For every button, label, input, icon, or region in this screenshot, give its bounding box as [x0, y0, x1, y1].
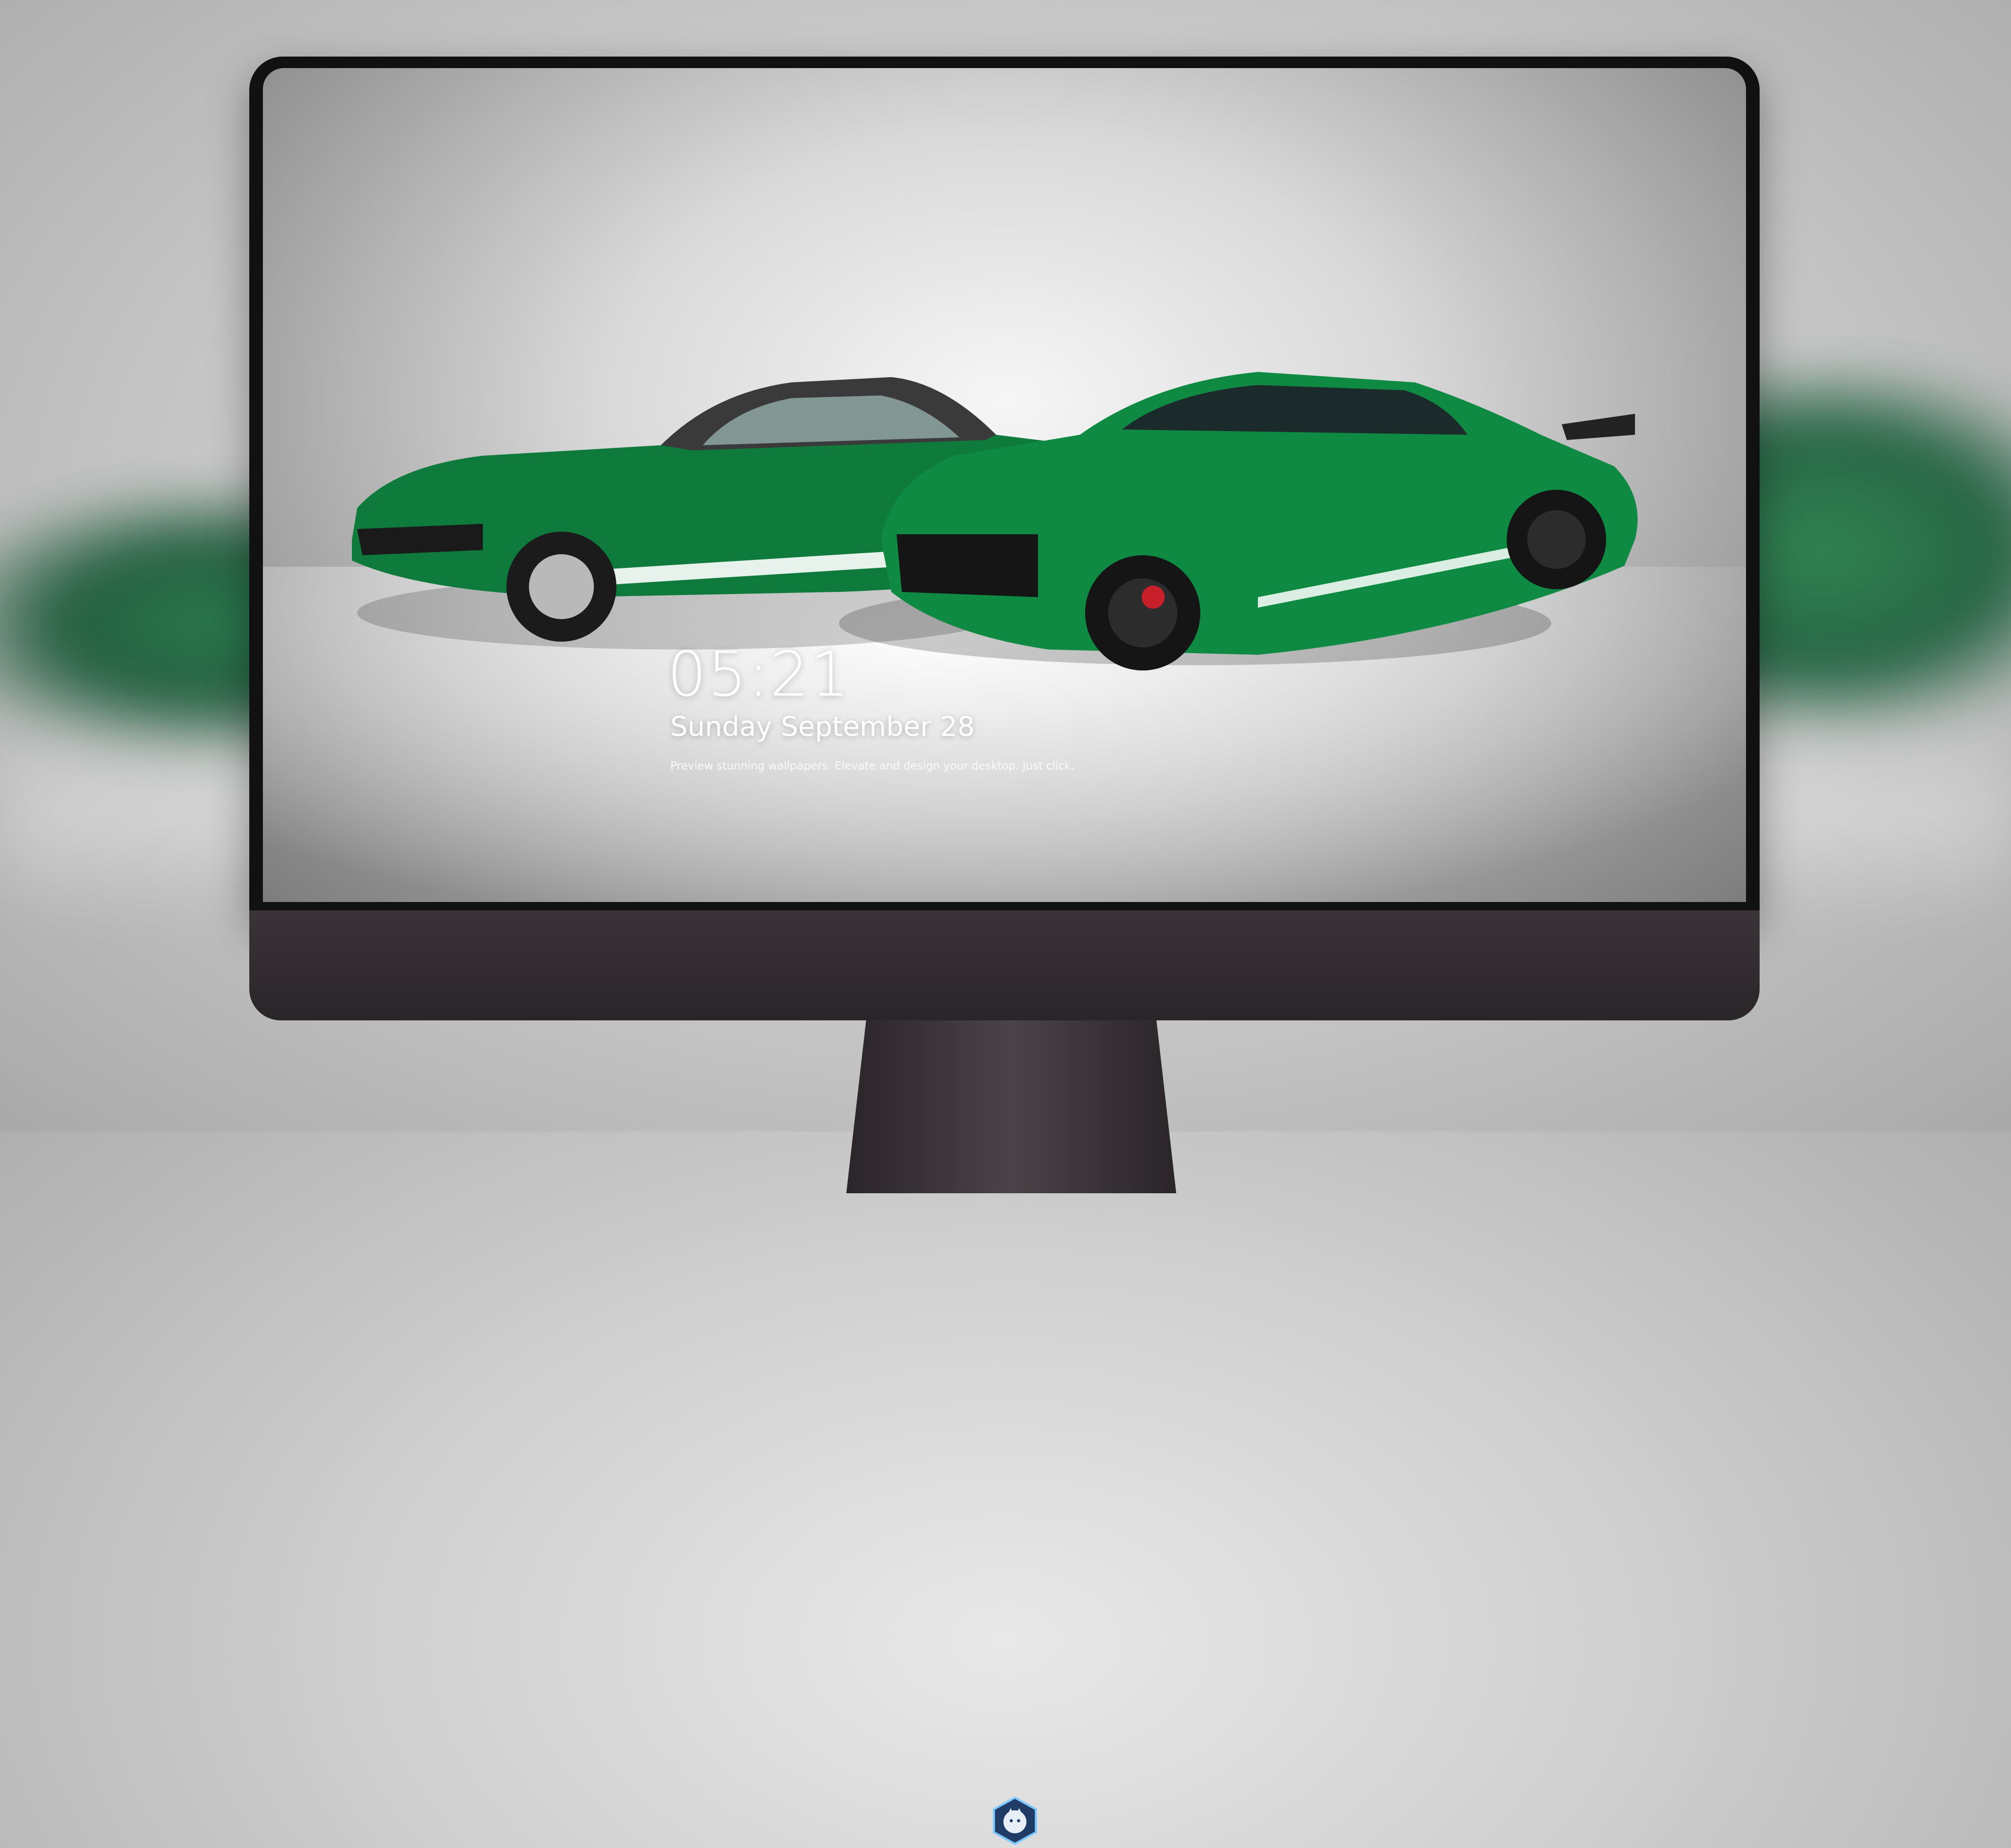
monitor: 05:21 Sunday September 28 Preview stunni… [249, 57, 1760, 1845]
monitor-stand [846, 1020, 1176, 1193]
monitor-bezel: 05:21 Sunday September 28 Preview stunni… [249, 57, 1760, 916]
lockscreen-subtitle: Preview stunning wallpapers. Elevate and… [670, 760, 1075, 772]
lockscreen-time: 05:21 [667, 638, 851, 710]
brand-logo-icon [990, 1796, 1040, 1846]
monitor-chin [249, 910, 1760, 1845]
lockscreen-date: Sunday September 28 [670, 711, 975, 743]
wallpaper-illustration [352, 372, 1638, 670]
desktop-screen: 05:21 Sunday September 28 Preview stunni… [263, 68, 1746, 902]
